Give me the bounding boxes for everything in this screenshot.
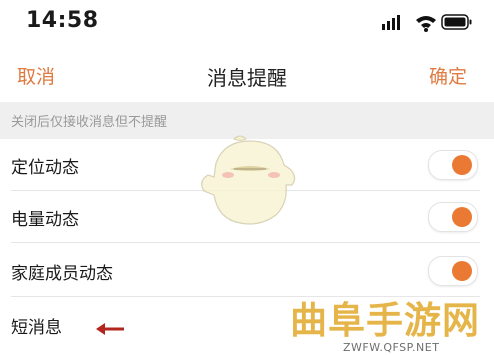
toggle-knob [452,207,472,227]
status-time: 14:58 [26,8,99,33]
wifi-icon [416,16,436,32]
location-toggle[interactable] [428,150,478,180]
status-bar: 14:58 [0,0,494,44]
battery-icon [441,14,472,30]
page-title: 消息提醒 [207,66,287,90]
toggle-knob [452,155,472,175]
battery-toggle[interactable] [428,202,478,232]
nav-bar: 取消 消息提醒 确定 [0,44,494,102]
setting-label: 家庭成员动态 [11,264,113,284]
toggle-knob [452,261,472,281]
signal-icon [382,15,400,30]
site-watermark-text: 曲阜手游网 [290,298,480,342]
arrow-annotation-icon [96,323,124,335]
setting-label: 短消息 [11,318,62,338]
hint-text: 关闭后仅接收消息但不提醒 [11,115,168,130]
mascot-watermark-icon [201,135,296,225]
site-watermark-url: ZWFW.QFSP.NET [343,341,440,354]
family-toggle[interactable] [428,256,478,286]
setting-label: 定位动态 [11,158,79,178]
status-icons [382,14,472,32]
confirm-button[interactable]: 确定 [429,62,467,89]
row-divider [11,242,480,243]
setting-label: 电量动态 [11,210,79,230]
